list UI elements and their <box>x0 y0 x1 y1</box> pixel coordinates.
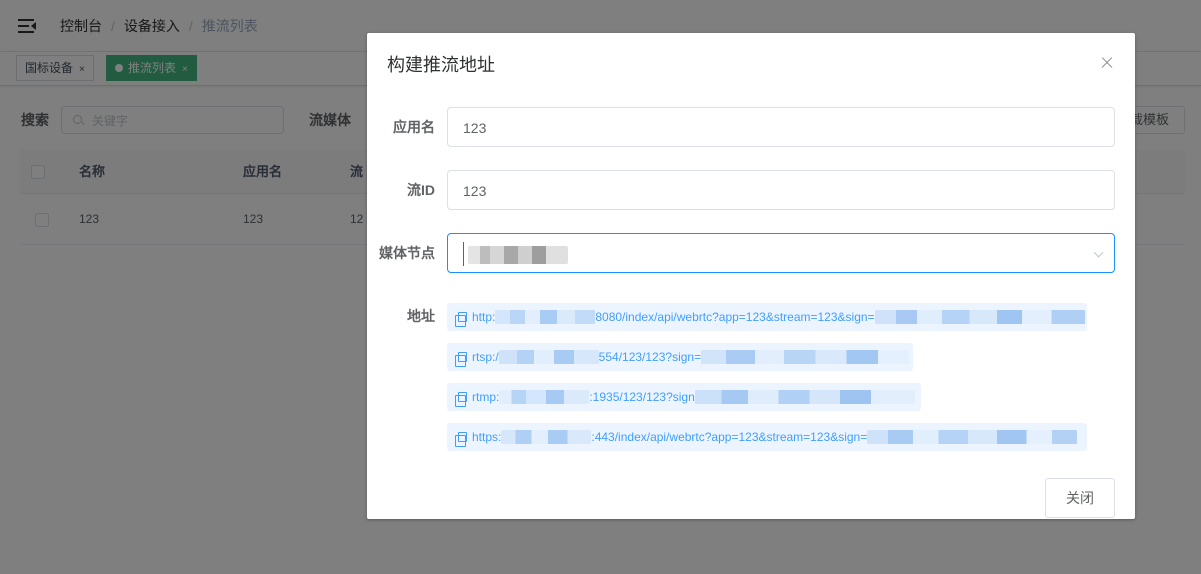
url-suffix: :443/index/api/webrtc?app=123&stream=123… <box>591 430 868 444</box>
url-suffix: 8080/index/api/webrtc?app=123&stream=123… <box>595 310 875 324</box>
dialog-title: 构建推流地址 <box>387 55 495 75</box>
url-prefix: https: <box>472 430 502 444</box>
app-name-label: 应用名 <box>393 119 435 135</box>
url-link-rtsp[interactable]: rtsp:/ 554/123/123?sign= <box>447 343 913 371</box>
url-prefix: rtsp:/ <box>472 350 499 364</box>
stream-id-field[interactable] <box>447 170 1115 210</box>
copy-icon <box>455 432 467 447</box>
redacted-host <box>498 350 599 364</box>
url-suffix: :1935/123/123?sign <box>589 390 695 404</box>
redacted-host <box>495 310 596 324</box>
url-prefix: rtmp: <box>472 390 500 404</box>
url-prefix: http: <box>472 310 496 324</box>
url-suffix: 554/123/123?sign= <box>598 350 702 364</box>
close-icon[interactable] <box>1099 55 1115 71</box>
stream-id-label: 流ID <box>407 182 435 198</box>
build-push-url-dialog: 构建推流地址 应用名 流ID 媒体节点 地址 http: 8080/index/a… <box>367 33 1135 519</box>
chevron-down-icon <box>1093 247 1104 258</box>
redacted-sign <box>867 430 1078 444</box>
url-link-https[interactable]: https: :443/index/api/webrtc?app=123&stre… <box>447 423 1087 451</box>
redacted-sign <box>874 310 1085 324</box>
address-label: 地址 <box>407 308 435 324</box>
redacted-host <box>501 430 592 444</box>
url-link-http[interactable]: http: 8080/index/api/webrtc?app=123&strea… <box>447 303 1087 331</box>
text-cursor <box>463 242 464 266</box>
app-name-field[interactable] <box>447 107 1115 147</box>
app-name-input[interactable] <box>463 119 1063 137</box>
copy-icon <box>455 352 467 367</box>
redacted-sign <box>701 350 910 364</box>
redacted-host <box>499 390 590 404</box>
selected-node-value <box>468 246 568 264</box>
close-button[interactable]: 关闭 <box>1045 478 1115 518</box>
redacted-sign <box>694 390 915 404</box>
stream-id-input[interactable] <box>463 182 1063 200</box>
media-node-select[interactable] <box>447 233 1115 273</box>
copy-icon <box>455 392 467 407</box>
url-link-rtmp[interactable]: rtmp: :1935/123/123?sign <box>447 383 921 411</box>
copy-icon <box>455 312 467 327</box>
media-node-label: 媒体节点 <box>379 245 435 261</box>
